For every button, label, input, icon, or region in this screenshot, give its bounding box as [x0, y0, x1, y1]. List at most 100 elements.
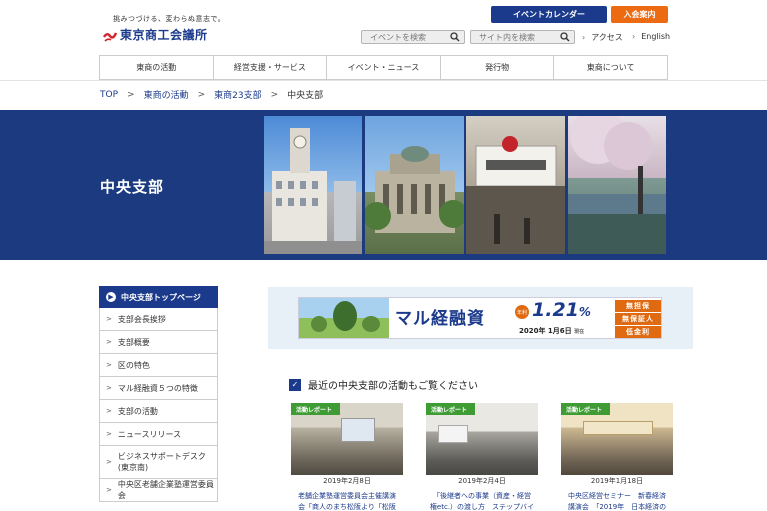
sidebar-item-marukei[interactable]: > マル経融資５つの特徴 [99, 377, 218, 400]
activity-card[interactable]: 活動レポート 2019年1月18日 中央区経営セミナー 新春経済 講演会 「201… [561, 403, 673, 511]
banner-title: マル経融資 [395, 309, 485, 329]
hero-photo-ginza [264, 116, 362, 254]
sidebar-item-label: ビジネスサポートデスク [117, 452, 206, 461]
card-title-line: 中央区経営セミナー 新春経済 [568, 492, 666, 500]
chevron-right-icon: > [106, 384, 112, 392]
sidebar-item-label: 支部概要 [117, 337, 150, 347]
sidebar-item-label: 中央区老舗企業塾運営委員会 [117, 480, 214, 500]
banner-date-suffix: 現在 [574, 329, 585, 335]
site-search-input[interactable] [471, 32, 551, 42]
banner-rate: 1.21% [532, 299, 591, 321]
logo-mark-icon [102, 28, 118, 42]
sidebar-item-business-support[interactable]: > ビジネスサポートデスク (東京南) [99, 446, 218, 479]
banner-tag: 低金利 [615, 326, 661, 338]
page-title: 中央支部 [100, 178, 165, 196]
projector-screen [438, 425, 468, 443]
activity-card[interactable]: 活動レポート 2019年2月8日 老舗企業塾運営委員会主催講演 会「商人のまち松阪… [291, 403, 403, 511]
activity-card-date: 2019年1月18日 [561, 475, 673, 487]
sidebar-item-shinise-committee[interactable]: > 中央区老舗企業塾運営委員会 [99, 479, 218, 502]
sidebar-item-branch-top[interactable]: ▶ 中央支部トップページ [99, 286, 218, 308]
banner-date: 2020年 1月6日 現在 [519, 326, 584, 336]
nav-item-activities[interactable]: 東商の活動 [99, 56, 213, 79]
breadcrumb-separator: > [197, 89, 206, 100]
chevron-right-icon: > [106, 361, 112, 369]
sidebar-item-activities[interactable]: > 支部の活動 [99, 400, 218, 423]
breadcrumb-branches[interactable]: 東商23支部 [214, 88, 261, 101]
section-title: 最近の中央支部の活動もご覧ください [308, 381, 478, 392]
logo-brand-name: 東京商工会議所 [120, 28, 208, 42]
search-icon[interactable] [560, 32, 570, 42]
card-title-line: 会「商人のまち松阪より「松阪 [298, 503, 396, 511]
chevron-right-icon: ▶ [106, 292, 116, 302]
activity-card-title[interactable]: 老舗企業塾運営委員会主催講演 会「商人のまち松阪より「松阪 [291, 491, 403, 511]
banner-rate-badge: 年利 [515, 305, 529, 319]
banner-trees-image [299, 298, 389, 338]
search-icon[interactable] [450, 32, 460, 42]
english-link[interactable]: › English [632, 32, 670, 41]
access-label: アクセス [591, 33, 623, 42]
breadcrumb-separator: > [270, 89, 279, 100]
activity-card[interactable]: 活動レポート 2019年2月4日 「後継者への事業（資産・経営 権etc.）の渡し… [426, 403, 538, 511]
join-button[interactable]: 入会案内 [611, 6, 668, 23]
seminar-banner-image [583, 421, 653, 435]
logo-tagline: 挑みつづける、変わらぬ意志で。 [113, 15, 226, 23]
card-title-line: 老舗企業塾運営委員会主催講演 [298, 492, 396, 500]
chevron-right-icon: › [582, 33, 586, 42]
projector-screen [341, 418, 375, 442]
chevron-right-icon: > [106, 430, 112, 438]
card-title-line: 「後継者への事業（資産・経営 [433, 492, 531, 500]
card-title-line: 権etc.）の渡し方 ステップバイ [429, 503, 535, 511]
breadcrumb-current: 中央支部 [287, 91, 324, 101]
banner-tag: 無担保 [615, 300, 661, 312]
chevron-right-icon: > [106, 407, 112, 415]
site-header: 挑みつづける、変わらぬ意志で。 東京商工会議所 イベントカレンダー 入会案内 ›… [0, 0, 767, 56]
sidebar-item-features[interactable]: > 区の特色 [99, 354, 218, 377]
activity-card-date: 2019年2月4日 [426, 475, 538, 487]
sidebar-head-label: 中央支部トップページ [121, 292, 201, 302]
breadcrumb-separator: > [127, 89, 135, 100]
section-heading: ✓ 最近の中央支部の活動もご覧ください [289, 377, 478, 392]
sidebar-item-sublabel: (東京南) [117, 463, 149, 472]
breadcrumb-top[interactable]: TOP [100, 90, 118, 100]
sidebar-item-overview[interactable]: > 支部概要 [99, 331, 218, 354]
sidebar-menu: ▶ 中央支部トップページ > 支部会長挨拶 > 支部概要 > 区の特色 > マル経融資５… [99, 286, 218, 502]
activity-report-badge: 活動レポート [426, 403, 476, 415]
breadcrumb-activities[interactable]: 東商の活動 [144, 88, 189, 101]
card-title-line: 講演会 「2019年 日本経済の [567, 503, 667, 511]
marukei-loan-banner[interactable]: マル経融資 年利 1.21% 2020年 1月6日 現在 無担保 無保証人 低金… [268, 287, 693, 349]
site-logo[interactable]: 挑みつづける、変わらぬ意志で。 東京商工会議所 [102, 14, 226, 43]
checkmark-icon: ✓ [289, 378, 301, 391]
banner-tags: 無担保 無保証人 低金利 [615, 300, 661, 339]
main-nav: 東商の活動 経営支援・サービス イベント・ニュース 発行物 東商について [99, 55, 668, 80]
chevron-right-icon: > [106, 486, 112, 494]
sidebar-item-news-release[interactable]: > ニュースリリース [99, 423, 218, 446]
banner-date-value: 2020年 1月6日 [519, 327, 572, 335]
event-calendar-button[interactable]: イベントカレンダー [491, 6, 607, 23]
activity-card-photo [426, 403, 538, 485]
hero-photo-shopping-street [466, 116, 565, 254]
sidebar-item-label: ニュースリリース [117, 429, 182, 439]
sidebar-item-label: 区の特色 [117, 360, 150, 370]
nav-item-events-news[interactable]: イベント・ニュース [326, 56, 440, 79]
banner-inner: マル経融資 年利 1.21% 2020年 1月6日 現在 無担保 無保証人 低金… [298, 297, 662, 339]
activity-card-date: 2019年2月8日 [291, 475, 403, 487]
banner-rate-value: 1.21 [532, 299, 579, 321]
activity-card-title[interactable]: 「後継者への事業（資産・経営 権etc.）の渡し方 ステップバイ [426, 491, 538, 511]
nav-item-about[interactable]: 東商について [553, 56, 668, 79]
sidebar-item-label: 支部の活動 [117, 406, 158, 416]
event-search-input[interactable] [362, 32, 442, 42]
access-link[interactable]: › アクセス [582, 32, 623, 43]
sidebar-item-greeting[interactable]: > 支部会長挨拶 [99, 308, 218, 331]
english-label: English [641, 32, 671, 41]
activity-card-title[interactable]: 中央区経営セミナー 新春経済 講演会 「2019年 日本経済の [561, 491, 673, 511]
chevron-right-icon: > [106, 457, 112, 466]
banner-rate-unit: % [578, 305, 591, 319]
activity-report-badge: 活動レポート [291, 403, 341, 415]
activity-report-badge: 活動レポート [561, 403, 611, 415]
event-search-box [361, 30, 465, 44]
nav-item-publications[interactable]: 発行物 [439, 56, 554, 79]
breadcrumb: TOP > 東商の活動 > 東商23支部 > 中央支部 [0, 80, 767, 108]
chevron-right-icon: > [106, 315, 112, 323]
nav-item-services[interactable]: 経営支援・サービス [212, 56, 327, 79]
site-search-box [470, 30, 575, 44]
